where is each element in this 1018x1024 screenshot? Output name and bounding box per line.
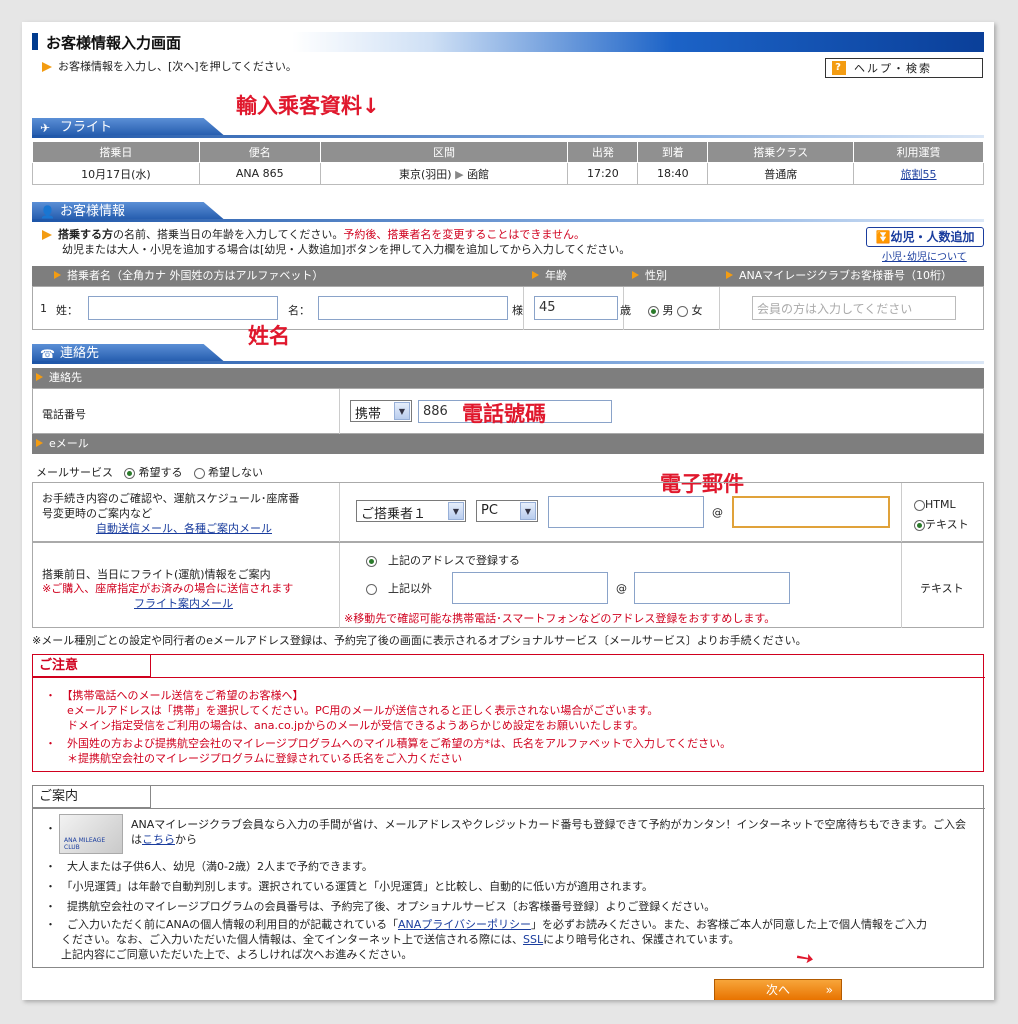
male-radio[interactable] <box>648 305 659 317</box>
phone-icon: ☎ <box>40 347 55 361</box>
arrow-icon <box>726 271 733 279</box>
first-name-input[interactable] <box>318 296 508 320</box>
page: お客様情報入力画面 お客様情報を入力し、[次へ]を押してください。 ? ヘルプ・検… <box>22 22 994 1000</box>
flight-section-header: フライト ✈ <box>32 118 984 138</box>
customer-section-header: お客様情報 👤 <box>32 202 984 222</box>
age-unit: 歳 <box>620 304 631 317</box>
sex-radios: 男 女 <box>648 302 703 318</box>
customer-notice-2: 幼児または大人・小児を追加する場合は[幼児・人数追加]ボタンを押して入力欄を追加… <box>62 243 631 256</box>
col-flight: 便名 <box>198 141 321 163</box>
chevron-down-icon: ▼ <box>448 502 464 520</box>
other-email-domain-input[interactable] <box>634 572 790 604</box>
mail-service-row: メールサービス 希望する 希望しない <box>36 466 263 479</box>
col-date: 搭乗日 <box>32 141 200 163</box>
person-icon: 👤 <box>40 205 55 219</box>
child-infant-link[interactable]: 小児･幼児について <box>882 248 967 263</box>
info-box: ご案内 ・ ANA MILEAGE CLUB ANAマイレージクラブ会員なら入力… <box>32 785 985 968</box>
html-radio[interactable] <box>914 499 925 511</box>
col-dep: 出発 <box>567 141 639 163</box>
annotation-phone: 電話號碼 <box>462 402 546 426</box>
title-gradient <box>292 32 984 52</box>
double-chevron-down-icon: ⏬ <box>875 230 891 244</box>
arrow-icon <box>42 230 52 240</box>
section-line <box>32 219 984 222</box>
section-line <box>32 135 984 138</box>
first-name-label: 名： <box>288 304 310 317</box>
ssl-link[interactable]: SSL <box>523 933 543 946</box>
instruction: お客様情報を入力し、[次へ]を押してください。 <box>42 58 297 74</box>
section-line <box>32 361 984 364</box>
arrow-icon <box>36 373 43 381</box>
auto-mail-link[interactable]: 自動送信メール、各種ご案内メール <box>96 520 272 536</box>
female-radio[interactable] <box>677 305 688 317</box>
col-arr: 到着 <box>637 141 709 163</box>
table-row: 10月17日(水) ANA 865 東京(羽田) ▶ 函館 17:20 18:4… <box>32 162 984 185</box>
chevron-down-icon: ▼ <box>394 402 410 420</box>
mail-footnote: ※メール種別ごとの設定や同行者のeメールアドレス登録は、予約完了後の画面に表示さ… <box>32 634 807 647</box>
age-input[interactable]: 45 <box>534 296 618 320</box>
add-infant-button[interactable]: ⏬幼児・人数追加 <box>866 227 984 247</box>
arrow-icon <box>632 271 639 279</box>
route-arrow-icon: ▶ <box>455 167 464 181</box>
contact-bar: 連絡先 <box>32 368 984 388</box>
option-other: 上記以外 <box>366 580 432 596</box>
device-select[interactable]: PC ▼ <box>476 500 538 522</box>
contact-section-header: 連絡先 ☎ <box>32 344 984 364</box>
arrow-icon <box>42 62 52 72</box>
mail-want-radio[interactable] <box>124 467 135 479</box>
text-radio[interactable] <box>914 519 925 531</box>
passenger-header-bar: 搭乗者名（全角カナ 外国姓の方はアルファベット） 年齢 性別 ANAマイレージク… <box>32 266 984 286</box>
passenger-select[interactable]: ご搭乗者１ ▼ <box>356 500 466 522</box>
col-fare: 利用運賃 <box>853 141 984 163</box>
option-same: 上記のアドレスで登録する <box>366 552 520 568</box>
fare-link[interactable]: 旅割55 <box>901 168 937 181</box>
row-number: 1 <box>40 302 47 315</box>
other-email-local-input[interactable] <box>452 572 608 604</box>
phone-label: 電話番号 <box>42 408 86 421</box>
caution-title: ご注意 <box>33 655 151 677</box>
privacy-policy-link[interactable]: ANAプライバシーポリシー <box>398 918 531 931</box>
arrow-icon <box>532 271 539 279</box>
page-title: お客様情報入力画面 <box>46 34 182 52</box>
phone-type-select[interactable]: 携帯 ▼ <box>350 400 412 422</box>
help-icon: ? <box>832 61 846 75</box>
same-address-radio[interactable] <box>366 555 377 567</box>
caution-box: ご注意 ・ 【携帯電話へのメール送信をご希望のお客様へ】 eメールアドレスは「携… <box>32 654 985 772</box>
customer-notice: 搭乗する方の名前、搭乗当日の年齢を入力してください。予約後、搭乗者名を変更するこ… <box>42 226 585 242</box>
html-format-option: HTML <box>914 498 956 511</box>
info-title: ご案内 <box>33 786 151 808</box>
annotation-input-passenger: 輸入乘客資料↓ <box>236 94 380 118</box>
flight-table: 搭乗日 便名 区間 出発 到着 搭乗クラス 利用運賃 10月17日(水) ANA… <box>32 141 984 185</box>
email-domain-input[interactable] <box>732 496 890 528</box>
airplane-icon: ✈ <box>40 121 51 135</box>
mobile-note: ※移動先で確認可能な携帯電話･スマートフォンなどのアドレス登録をおすすめします。 <box>344 612 776 625</box>
col-class: 搭乗クラス <box>707 141 855 163</box>
other-address-radio[interactable] <box>366 583 377 595</box>
flight-info-mail-link[interactable]: フライト案内メール <box>134 595 233 611</box>
col-route: 区間 <box>319 141 569 163</box>
email-bar: eメール <box>32 434 984 454</box>
amc-join-link[interactable]: こちら <box>142 833 175 846</box>
page-header: お客様情報入力画面 <box>32 32 984 52</box>
arrow-icon <box>36 439 43 447</box>
email-local-input[interactable] <box>548 496 704 528</box>
amc-card-image: ANA MILEAGE CLUB <box>59 814 123 854</box>
arrow-icon <box>54 271 61 279</box>
sama-label: 様 <box>512 304 523 317</box>
title-bar <box>32 33 38 50</box>
help-search-button[interactable]: ? ヘルプ・検索 <box>825 58 983 78</box>
chevron-down-icon: ▼ <box>520 502 536 520</box>
next-button[interactable]: 次へ» <box>714 979 842 1000</box>
mail-notwant-radio[interactable] <box>193 467 205 479</box>
text-format-option: テキスト <box>914 516 969 532</box>
last-name-input[interactable] <box>88 296 278 320</box>
mileage-number-input[interactable]: 会員の方は入力してください <box>752 296 956 320</box>
double-chevron-right-icon: » <box>825 983 833 997</box>
last-name-label: 姓： <box>56 304 78 317</box>
